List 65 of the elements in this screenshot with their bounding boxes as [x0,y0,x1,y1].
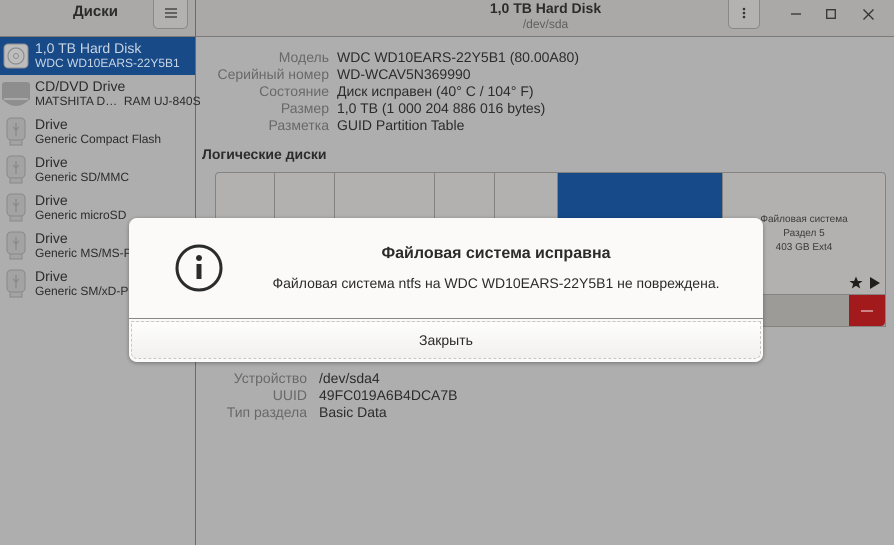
partition-label: 403 GB Ext4 [776,241,832,255]
dialog-message: Файловая система ntfs на WDC WD10EARS-22Y5B1 не повреждена. [272,275,720,291]
usb-drive-icon [5,231,27,261]
close-dialog-button[interactable]: Закрыть [131,321,761,359]
window-title: 1,0 TB Hard Disk [490,0,602,16]
field-label: Разметка [268,117,329,134]
minus-icon [861,310,873,312]
more-icon [742,6,746,18]
disk-name: CD/DVD Drive [35,79,126,94]
disk-model: WDC WD10EARS-22Y5B1 [35,56,180,71]
field-label: Устройство [232,370,307,387]
usb-drive-icon [5,193,27,223]
disk-list-item[interactable]: Drive Generic microSD [0,189,195,227]
dialog-title: Файловая система исправна [381,245,610,263]
menu-icon [164,8,176,18]
disk-name: Drive [35,155,69,170]
disk-list-item[interactable]: Drive Generic MS/MS-P [0,227,195,265]
section-heading: Логические диски [202,146,328,162]
field-label: Тип раздела [226,404,307,421]
close-icon [862,8,874,20]
info-icon [175,244,223,292]
disk-model: MATSHITA D… RAM UJ-840S [35,94,201,109]
disk-model: Generic MS/MS-P [35,246,132,261]
disk-list-item[interactable]: Drive Generic SM/xD-P [0,265,195,303]
field-value: Диск исправен (40° C / 104° F) [337,83,535,100]
field-label: Модель [278,49,329,66]
optical-drive-icon [1,81,31,107]
field-label: Размер [280,100,329,117]
disk-model: Generic SM/xD-P [35,284,128,299]
disk-name: Drive [35,117,69,132]
minimize-icon [791,13,801,15]
menu-button[interactable] [153,0,188,29]
field-label: Состояние [258,83,329,100]
usb-drive-icon [5,155,27,185]
disk-name: Drive [35,193,69,208]
field-value: WD-WCAV5N369990 [337,66,472,83]
field-value: GUID Partition Table [337,117,466,134]
usb-drive-icon [5,117,27,147]
disk-model: Generic SD/MMC [35,170,130,185]
partition-label: Раздел 5 [783,227,825,241]
maximize-icon [826,9,836,19]
field-value: 1,0 TB (1 000 204 886 016 bytes) [337,100,546,117]
partition-label: Файловая система [760,213,848,227]
field-value: WDC WD10EARS-22Y5B1 (80.00A80) [337,49,580,66]
field-label: UUID [272,387,307,404]
field-value: /dev/sda4 [319,370,381,387]
close-button[interactable] [860,6,876,22]
disk-name: Drive [35,231,69,246]
usb-drive-icon [5,269,27,299]
disk-name: Drive [35,269,69,284]
field-value: Basic Data [319,404,388,421]
field-label: Серийный номер [216,66,329,83]
maximize-button[interactable] [823,6,839,22]
disk-model: Generic microSD [35,208,126,223]
disk-list-item[interactable]: Drive Generic Compact Flash [0,113,195,151]
disk-name: 1,0 TB Hard Disk [35,41,142,56]
star-icon [849,276,863,290]
app-title: Диски [73,3,118,20]
disk-list-item[interactable]: Drive Generic SD/MMC [0,151,195,189]
disk-list-item[interactable]: 1,0 TB Hard Disk WDC WD10EARS-22Y5B1 [0,37,195,75]
disk-model: Generic Compact Flash [35,132,162,147]
field-value: 49FC019A6B4DCA7B [319,387,459,404]
play-icon [869,276,881,290]
partition-segment[interactable]: Файловая система Раздел 5 403 GB Ext4 [723,173,885,294]
window-subtitle: /dev/sda [522,17,568,31]
